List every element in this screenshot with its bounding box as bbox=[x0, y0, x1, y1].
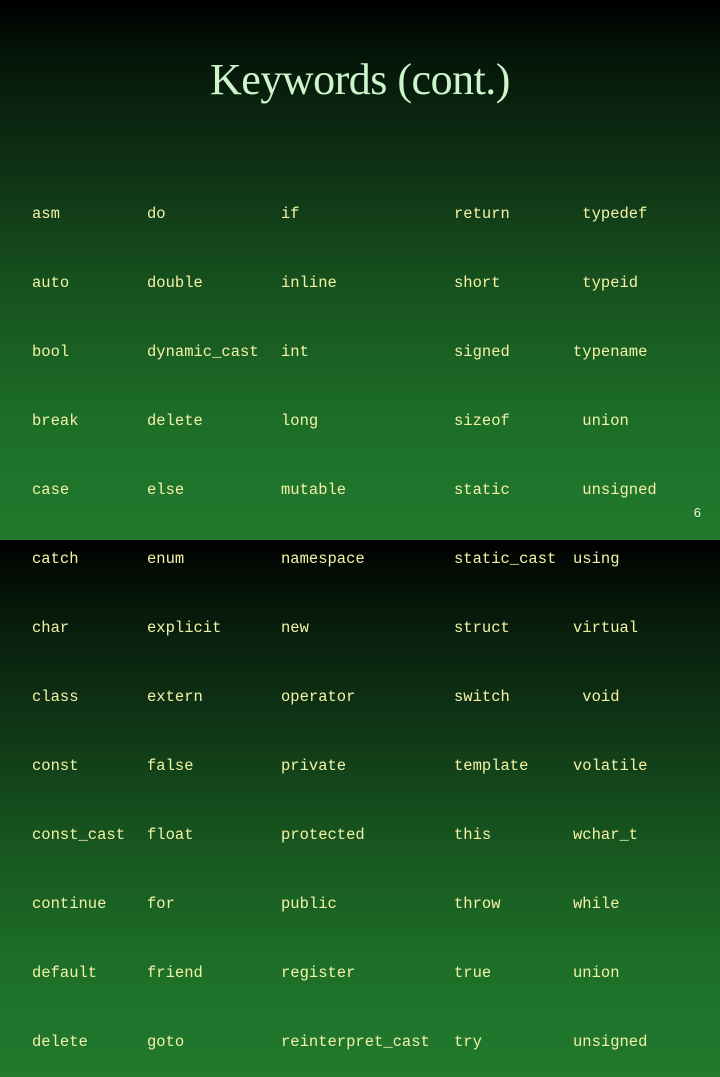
keyword: while bbox=[573, 895, 620, 913]
keyword: operator bbox=[281, 688, 356, 706]
keyword: catch bbox=[32, 550, 79, 568]
page-number: 6 bbox=[693, 505, 701, 520]
keyword: public bbox=[281, 895, 337, 913]
keyword: delete bbox=[147, 412, 203, 430]
keyword: friend bbox=[147, 964, 203, 982]
keyword: typeid bbox=[573, 274, 639, 292]
keyword: delete bbox=[32, 1033, 88, 1051]
keyword: extern bbox=[147, 688, 203, 706]
keyword: register bbox=[281, 964, 356, 982]
keyword: true bbox=[454, 964, 492, 982]
keyword: long bbox=[281, 412, 319, 430]
keyword: for bbox=[147, 895, 175, 913]
keyword: dynamic_cast bbox=[147, 343, 259, 361]
keyword: return bbox=[454, 205, 510, 223]
keyword: char bbox=[32, 619, 70, 637]
keyword: using bbox=[573, 550, 620, 568]
keyword: struct bbox=[454, 619, 510, 637]
keyword: case bbox=[32, 481, 70, 499]
keyword-column-1: asm auto bool break case catch char clas… bbox=[32, 157, 125, 1077]
keyword: break bbox=[32, 412, 79, 430]
keyword-column-2: do double dynamic_cast delete else enum … bbox=[147, 157, 259, 1077]
keyword: if bbox=[281, 205, 300, 223]
keyword: private bbox=[281, 757, 347, 775]
keyword: this bbox=[454, 826, 492, 844]
keyword: default bbox=[32, 964, 98, 982]
keyword-column-4: return short signed sizeof static static… bbox=[454, 157, 556, 1077]
keyword: signed bbox=[454, 343, 510, 361]
keyword: switch bbox=[454, 688, 510, 706]
keyword: try bbox=[454, 1033, 482, 1051]
keyword: inline bbox=[281, 274, 337, 292]
keyword: static_cast bbox=[454, 550, 557, 568]
keyword: union bbox=[573, 964, 620, 982]
keyword: continue bbox=[32, 895, 107, 913]
keyword: namespace bbox=[281, 550, 365, 568]
keyword: do bbox=[147, 205, 166, 223]
keyword: virtual bbox=[573, 619, 639, 637]
slide-title: Keywords (cont.) bbox=[210, 55, 510, 104]
keyword: short bbox=[454, 274, 501, 292]
keyword: unsigned bbox=[573, 1033, 648, 1051]
keyword-column-5: typedef typeid typename union unsigned u… bbox=[573, 157, 657, 1077]
keyword: goto bbox=[147, 1033, 185, 1051]
keyword: bool bbox=[32, 343, 70, 361]
keyword: throw bbox=[454, 895, 501, 913]
keyword: unsigned bbox=[573, 481, 657, 499]
keyword: typedef bbox=[573, 205, 648, 223]
keyword: new bbox=[281, 619, 309, 637]
keyword: enum bbox=[147, 550, 185, 568]
keyword: double bbox=[147, 274, 203, 292]
keyword: reinterpret_cast bbox=[281, 1033, 430, 1051]
keyword: false bbox=[147, 757, 194, 775]
keyword-column-3: if inline int long mutable namespace new… bbox=[281, 157, 430, 1077]
keyword: const bbox=[32, 757, 79, 775]
keyword: typename bbox=[573, 343, 648, 361]
keyword: void bbox=[573, 688, 620, 706]
keyword: volatile bbox=[573, 757, 648, 775]
keyword: protected bbox=[281, 826, 365, 844]
keyword: wchar_t bbox=[573, 826, 639, 844]
keyword: static bbox=[454, 481, 510, 499]
keyword: asm bbox=[32, 205, 60, 223]
keyword: float bbox=[147, 826, 194, 844]
keyword: int bbox=[281, 343, 309, 361]
keyword: mutable bbox=[281, 481, 347, 499]
keyword: else bbox=[147, 481, 185, 499]
keyword: template bbox=[454, 757, 529, 775]
keyword: sizeof bbox=[454, 412, 510, 430]
keyword: union bbox=[573, 412, 629, 430]
keyword: auto bbox=[32, 274, 70, 292]
keyword: explicit bbox=[147, 619, 222, 637]
keyword: const_cast bbox=[32, 826, 126, 844]
keyword: class bbox=[32, 688, 79, 706]
